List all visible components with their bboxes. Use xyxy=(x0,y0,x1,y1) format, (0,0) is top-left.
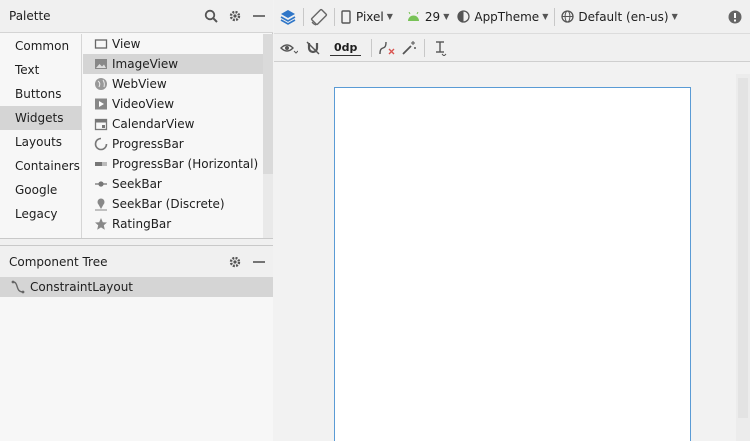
panel-splitter[interactable] xyxy=(0,238,273,246)
globe-icon xyxy=(561,10,575,23)
category-widgets[interactable]: Widgets xyxy=(0,106,81,130)
layers-icon[interactable] xyxy=(279,8,297,26)
palette-categories: Common Text Buttons Widgets Layouts Container… xyxy=(0,34,82,238)
widget-label: ProgressBar (Horizontal) xyxy=(112,157,259,171)
view-icon xyxy=(94,37,108,51)
widget-view[interactable]: View xyxy=(83,34,273,54)
api-label: 29 xyxy=(424,9,441,24)
chevron-down-icon: ▼ xyxy=(386,12,393,21)
locale-selector[interactable]: Default (en-us) ▼ xyxy=(561,6,678,28)
device-selector[interactable]: Pixel ▼ xyxy=(341,6,393,28)
widget-label: CalendarView xyxy=(112,117,195,131)
palette-widget-list: View ImageView WebView VideoView CalendarVie… xyxy=(83,34,273,238)
clear-constraints-icon[interactable] xyxy=(378,39,396,57)
constraint-layout-icon xyxy=(11,280,25,294)
seekbar-discrete-icon xyxy=(94,197,108,211)
magic-wand-icon[interactable] xyxy=(400,39,418,57)
progress-circle-icon xyxy=(94,137,108,151)
device-preview[interactable] xyxy=(334,87,691,441)
left-pane: Palette Common Text Buttons Widgets Layouts C… xyxy=(0,0,273,441)
component-tree-title: Component Tree xyxy=(9,255,108,269)
widget-progressbar[interactable]: ProgressBar xyxy=(83,134,273,154)
phone-icon xyxy=(341,9,351,24)
widget-imageview[interactable]: ImageView xyxy=(83,54,273,74)
component-tree: ConstraintLayout xyxy=(0,277,273,441)
warning-icon[interactable] xyxy=(726,8,744,26)
theme-icon xyxy=(457,10,471,23)
toolbar-separator xyxy=(424,38,426,57)
api-selector[interactable]: 29 ▼ xyxy=(407,6,449,28)
widget-videoview[interactable]: VideoView xyxy=(83,94,273,114)
toolbar-separator xyxy=(334,7,335,26)
calendar-icon xyxy=(94,117,108,131)
constraint-toolbar: 0dp xyxy=(274,34,750,62)
widget-progressbar-horizontal[interactable]: ProgressBar (Horizontal) xyxy=(83,154,273,174)
widget-seekbar[interactable]: SeekBar xyxy=(83,174,273,194)
magnet-off-icon[interactable] xyxy=(304,39,322,57)
theme-selector[interactable]: AppTheme ▼ xyxy=(457,6,548,28)
star-icon xyxy=(94,217,108,231)
widget-ratingbar[interactable]: RatingBar xyxy=(83,214,273,234)
widget-label: SeekBar xyxy=(112,177,162,191)
widget-label: RatingBar xyxy=(112,217,172,231)
orientation-icon[interactable] xyxy=(310,8,328,26)
toolbar-separator xyxy=(371,38,373,57)
device-label: Pixel xyxy=(356,9,384,24)
design-toolbar: Pixel ▼ 29 ▼ AppTheme ▼ Default (en-us) … xyxy=(274,0,750,34)
gear-icon[interactable] xyxy=(227,254,243,270)
video-icon xyxy=(94,97,108,111)
widget-label: ProgressBar xyxy=(112,137,184,151)
widget-label: SeekBar (Discrete) xyxy=(112,197,225,211)
category-legacy[interactable]: Legacy xyxy=(0,202,81,226)
toolbar-separator xyxy=(303,7,304,26)
guidelines-icon[interactable] xyxy=(431,39,449,57)
widget-label: WebView xyxy=(112,77,167,91)
widget-webview[interactable]: WebView xyxy=(83,74,273,94)
locale-label: Default (en-us) xyxy=(578,9,669,24)
image-icon xyxy=(94,57,108,71)
widget-label: ImageView xyxy=(112,57,179,71)
minimize-icon[interactable] xyxy=(251,8,267,24)
tree-item-label: ConstraintLayout xyxy=(30,280,134,294)
component-tree-header: Component Tree xyxy=(0,246,273,279)
category-google[interactable]: Google xyxy=(0,178,81,202)
canvas-scrollbar[interactable] xyxy=(736,74,750,441)
minimize-icon[interactable] xyxy=(251,254,267,270)
palette-title: Palette xyxy=(9,9,51,23)
default-margin-label: 0dp xyxy=(334,40,358,54)
chevron-down-icon: ▼ xyxy=(542,12,549,21)
category-containers[interactable]: Containers xyxy=(0,154,81,178)
globe-icon xyxy=(94,77,108,91)
chevron-down-icon: ▼ xyxy=(443,12,450,21)
canvas-scroll-thumb[interactable] xyxy=(738,78,748,418)
seekbar-icon xyxy=(94,177,108,191)
toolbar-separator xyxy=(554,7,556,26)
category-buttons[interactable]: Buttons xyxy=(0,82,81,106)
category-layouts[interactable]: Layouts xyxy=(0,130,81,154)
chevron-down-icon: ▼ xyxy=(671,12,678,21)
eye-icon[interactable] xyxy=(280,39,298,57)
category-common[interactable]: Common xyxy=(0,34,81,58)
widget-label: View xyxy=(112,37,141,51)
default-margin-selector[interactable]: 0dp xyxy=(330,40,362,56)
android-icon xyxy=(407,11,419,21)
search-icon[interactable] xyxy=(203,8,219,24)
gear-icon[interactable] xyxy=(227,8,243,24)
widget-calendarview[interactable]: CalendarView xyxy=(83,114,273,134)
theme-label: AppTheme xyxy=(474,9,540,24)
palette-header: Palette xyxy=(0,0,273,33)
tree-item-constraintlayout[interactable]: ConstraintLayout xyxy=(0,277,273,297)
widget-list-scroll-thumb[interactable] xyxy=(263,34,273,174)
progress-bar-icon xyxy=(94,157,108,171)
widget-label: VideoView xyxy=(112,97,175,111)
design-canvas[interactable] xyxy=(274,62,750,441)
widget-seekbar-discrete[interactable]: SeekBar (Discrete) xyxy=(83,194,273,214)
category-text[interactable]: Text xyxy=(0,58,81,82)
